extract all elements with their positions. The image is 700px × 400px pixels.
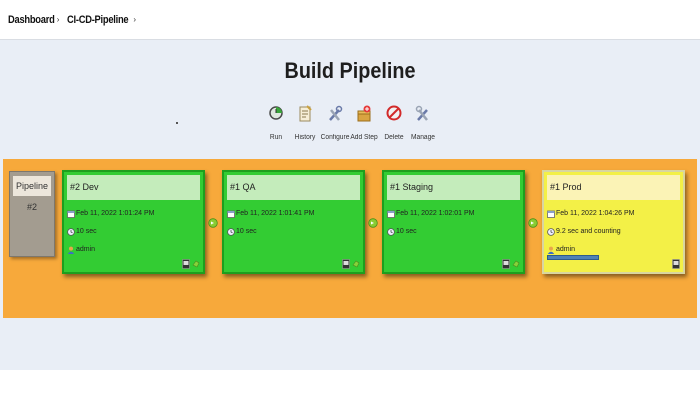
delete-icon (386, 105, 402, 121)
manage-button[interactable]: Manage (403, 104, 443, 141)
stage-actions (182, 259, 200, 269)
pipeline-toolbar: Run History Configure Add Step Delete Ma… (0, 104, 700, 148)
stage-actions (672, 259, 680, 269)
breadcrumb: Dashboard › CI-CD-Pipeline › (0, 0, 700, 40)
chevron-right-icon: › (56, 15, 60, 24)
add-step-icon (357, 105, 371, 122)
stage-date: Feb 11, 2022 1:02:01 PM (396, 210, 475, 217)
main-content: Build Pipeline Run History Configure Add… (0, 40, 700, 370)
rebuild-icon[interactable] (352, 259, 360, 269)
user-icon (547, 246, 555, 254)
stage-user-row: admin (64, 245, 203, 255)
stage-actions (502, 259, 520, 269)
history-icon (299, 105, 312, 122)
stage-card-dev[interactable]: #2 Dev Feb 11, 2022 1:01:24 PM 10 sec ad… (62, 170, 205, 274)
stage-card-qa[interactable]: #1 QA Feb 11, 2022 1:01:41 PM 10 sec (222, 170, 365, 274)
stage-duration: 10 sec (76, 228, 97, 235)
arrow-right-icon (208, 218, 218, 228)
stage-user-row: admin (544, 245, 683, 255)
chevron-right-icon[interactable]: › (133, 15, 136, 24)
page-title: Build Pipeline (284, 58, 416, 83)
stage-date: Feb 11, 2022 1:01:24 PM (76, 210, 155, 217)
breadcrumb-dashboard[interactable]: Dashboard (8, 14, 55, 26)
calendar-icon (67, 210, 75, 218)
stage-actions (342, 259, 360, 269)
calendar-icon (547, 210, 555, 218)
stage-duration-row: 10 sec (384, 227, 523, 237)
stage-title[interactable]: #1 QA (227, 175, 360, 200)
breadcrumb-ci-cd-pipeline[interactable]: CI-CD-Pipeline (67, 14, 129, 26)
clock-icon (227, 228, 235, 236)
rebuild-icon[interactable] (512, 259, 520, 269)
stage-duration: 10 sec (236, 228, 257, 235)
stage-date: Feb 11, 2022 1:04:26 PM (556, 210, 635, 217)
run-icon (269, 106, 283, 120)
stage-date-row: Feb 11, 2022 1:02:01 PM (384, 209, 523, 219)
clock-icon (547, 228, 555, 236)
console-icon[interactable] (182, 259, 190, 269)
stage-date-row: Feb 11, 2022 1:01:24 PM (64, 209, 203, 219)
stage-date-row: Feb 11, 2022 1:01:41 PM (224, 209, 363, 219)
pipeline-label: Pipeline (13, 176, 51, 196)
configure-icon (329, 105, 343, 121)
console-icon[interactable] (672, 259, 680, 269)
calendar-icon (387, 210, 395, 218)
arrow-right-icon (368, 218, 378, 228)
stage-duration-row: 10 sec (64, 227, 203, 237)
stage-card-staging[interactable]: #1 Staging Feb 11, 2022 1:02:01 PM 10 se… (382, 170, 525, 274)
stage-user: admin (76, 246, 96, 253)
stage-user: admin (556, 246, 576, 253)
stage-title[interactable]: #1 Staging (387, 175, 520, 200)
manage-icon (415, 105, 428, 121)
user-icon (67, 246, 75, 254)
console-icon[interactable] (342, 259, 350, 269)
pipeline-band: Pipeline #2 #2 Dev Feb 11, 2022 1:01:24 … (3, 159, 697, 318)
stage-progress-bar (547, 255, 599, 260)
stage-title[interactable]: #1 Prod (547, 175, 680, 200)
manage-label: Manage (410, 134, 436, 141)
arrow-right-icon (528, 218, 538, 228)
console-icon[interactable] (502, 259, 510, 269)
clock-icon (67, 228, 75, 236)
clock-icon (387, 228, 395, 236)
stage-duration-row: 10 sec (224, 227, 363, 237)
stage-date: Feb 11, 2022 1:01:41 PM (236, 210, 315, 217)
rebuild-icon[interactable] (192, 259, 200, 269)
stage-card-prod[interactable]: #1 Prod Feb 11, 2022 1:04:26 PM 9.2 sec … (542, 170, 685, 274)
pipeline-number[interactable]: #2 (10, 202, 54, 212)
stage-date-row: Feb 11, 2022 1:04:26 PM (544, 209, 683, 219)
stage-duration: 10 sec (396, 228, 417, 235)
stage-duration-row: 9.2 sec and counting (544, 227, 683, 237)
footer (0, 370, 700, 400)
pipeline-run-box[interactable]: Pipeline #2 (9, 171, 55, 257)
stage-title[interactable]: #2 Dev (67, 175, 200, 200)
calendar-icon (227, 210, 235, 218)
stage-duration: 9.2 sec and counting (556, 228, 621, 235)
